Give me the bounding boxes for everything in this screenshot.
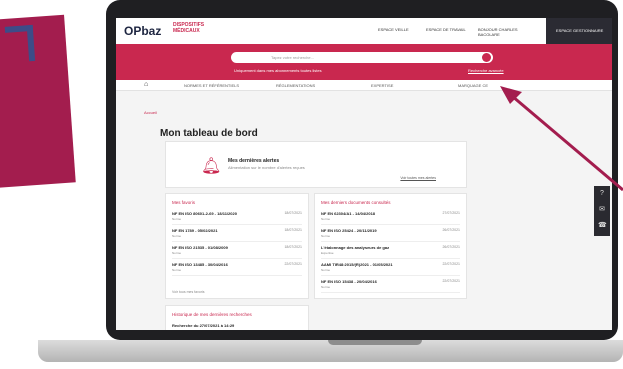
annotation-arrow <box>500 86 623 192</box>
